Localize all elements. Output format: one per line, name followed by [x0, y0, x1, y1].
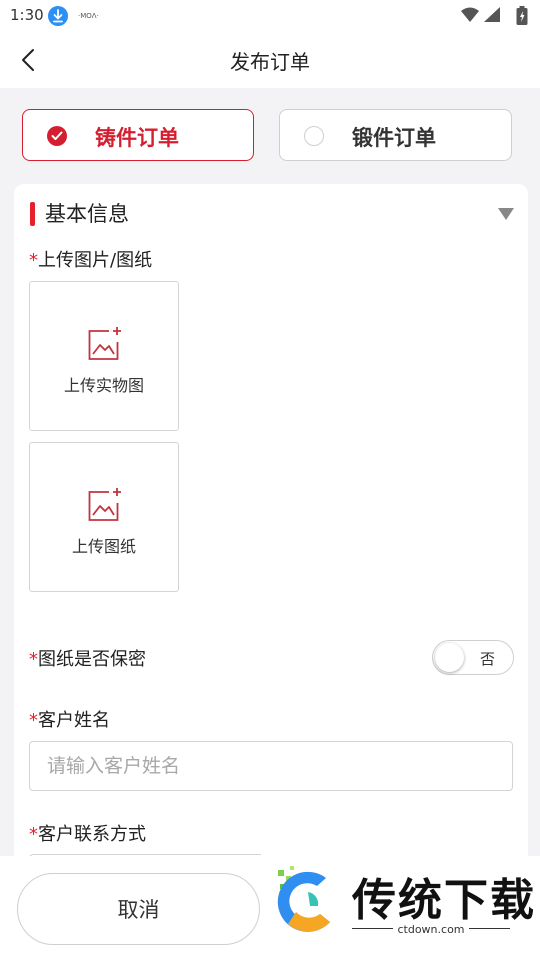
customer-name-input[interactable]: [29, 741, 513, 791]
order-type-casting[interactable]: 铸件订单: [22, 109, 254, 161]
required-mark: *: [29, 649, 38, 670]
confidential-toggle[interactable]: 否: [432, 640, 514, 675]
unchecked-circle-icon: [304, 126, 324, 146]
customer-contact-label: *客户联系方式: [29, 824, 146, 845]
download-notification-icon: [48, 6, 68, 26]
customer-name-label: *客户姓名: [29, 710, 110, 731]
required-mark: *: [29, 710, 38, 731]
required-mark: *: [29, 824, 38, 845]
toggle-knob: [435, 643, 464, 672]
collapse-triangle-icon[interactable]: [498, 208, 514, 220]
watermark-url: ctdown.com: [352, 923, 510, 936]
upload-drawing-label: 上传图纸: [71, 537, 136, 556]
status-bar: 1:30 ·ΜΟΛ·: [0, 0, 540, 32]
order-type-forging-label: 锻件订单: [352, 126, 436, 150]
watermark-logo-icon: [277, 866, 330, 932]
battery-icon: [516, 6, 528, 30]
basic-info-card: 基本信息 *上传图片/图纸 上传实物图 上传图纸 *图纸是否保密 否 *客户姓名…: [14, 184, 528, 858]
watermark-name: 传统下载: [352, 875, 536, 926]
notification-app-icon: ·ΜΟΛ·: [78, 12, 99, 20]
required-mark: *: [29, 250, 38, 271]
upload-photo-label: 上传实物图: [63, 376, 144, 395]
upload-drawing-button[interactable]: 上传图纸: [29, 442, 179, 592]
signal-icons: [460, 6, 506, 28]
confidential-label: *图纸是否保密: [29, 649, 146, 670]
add-image-icon: [88, 488, 121, 521]
checked-circle-icon: [47, 126, 67, 146]
nav-bar: 发布订单: [0, 32, 540, 88]
page-title: 发布订单: [230, 50, 310, 74]
section-title: 基本信息: [45, 202, 129, 226]
order-type-forging[interactable]: 锻件订单: [279, 109, 512, 161]
order-type-casting-label: 铸件订单: [95, 126, 179, 150]
upload-photo-button[interactable]: 上传实物图: [29, 281, 179, 431]
add-image-icon: [88, 327, 121, 360]
toggle-state-text: 否: [480, 650, 496, 668]
cancel-button[interactable]: 取消: [17, 873, 260, 945]
bottom-bar: 取消 传统下载 ctdown.com: [0, 856, 540, 960]
upload-label: *上传图片/图纸: [29, 250, 153, 271]
section-accent-bar: [30, 202, 35, 226]
status-time: 1:30: [10, 6, 44, 24]
